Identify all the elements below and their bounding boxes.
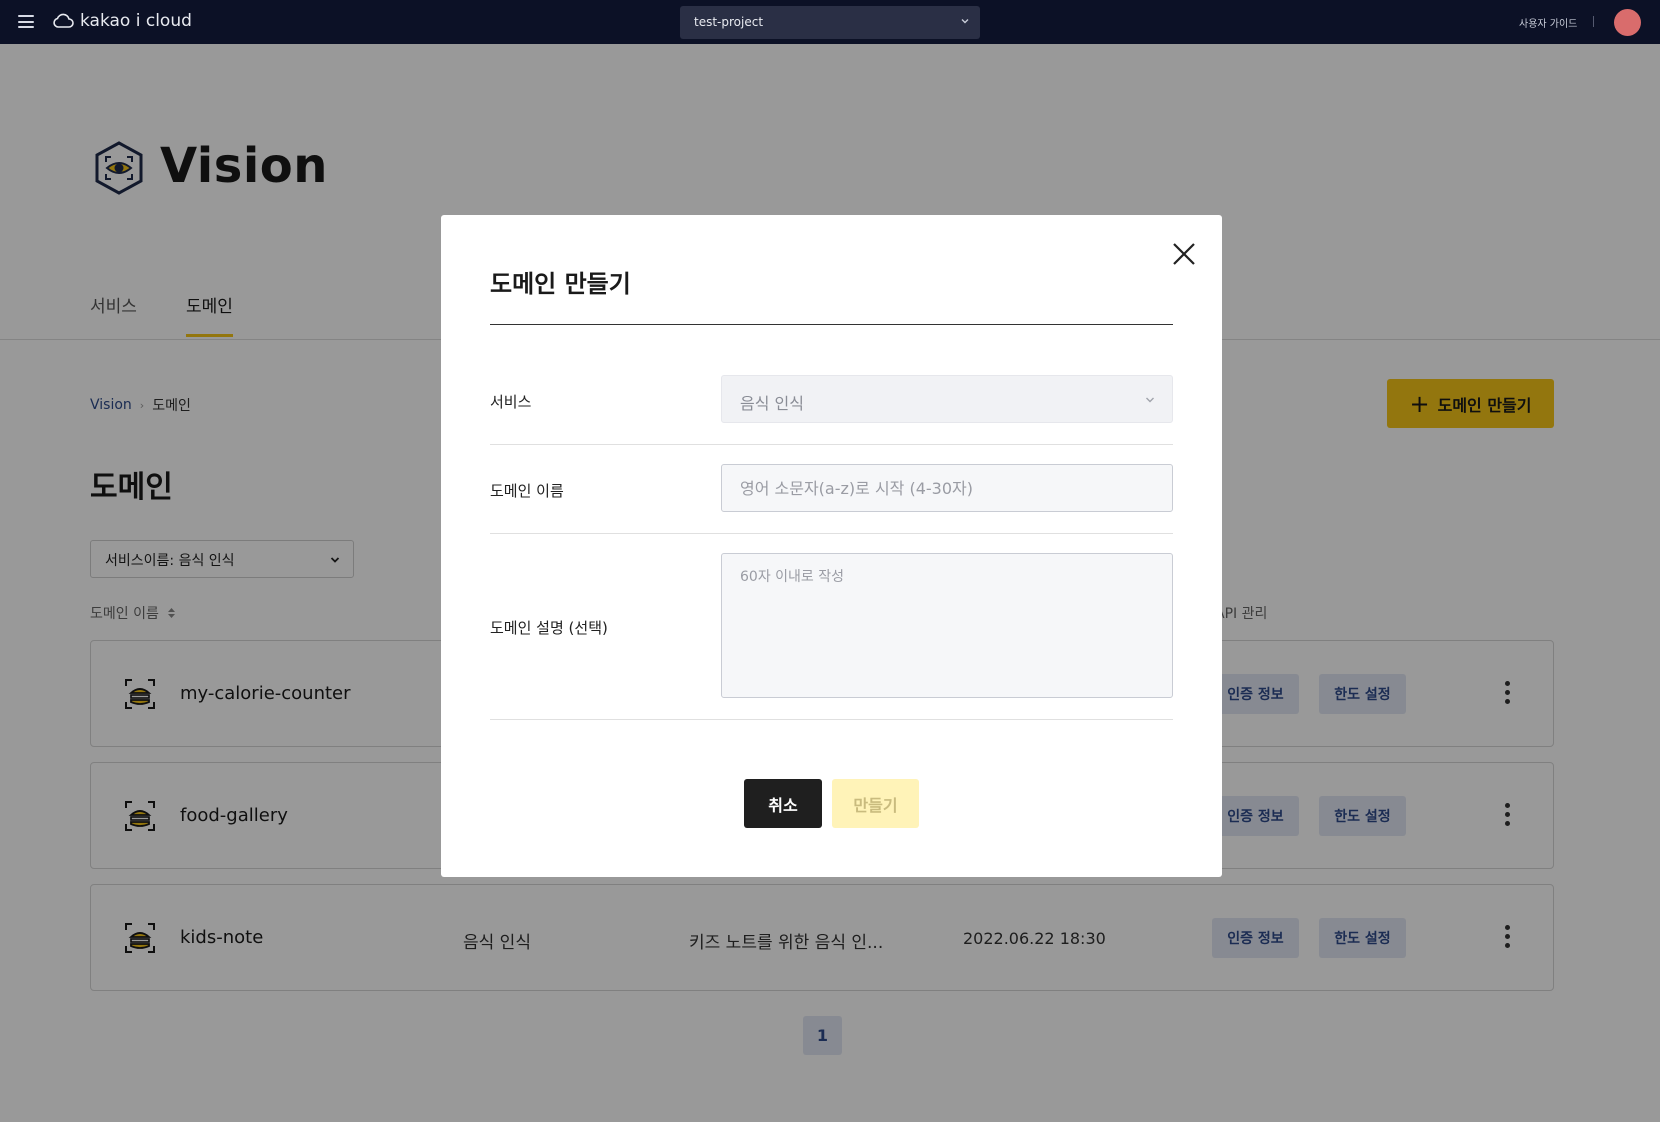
brand-logo-text: kakao i cloud (80, 11, 192, 31)
chevron-down-icon (961, 19, 969, 24)
user-avatar[interactable] (1614, 9, 1641, 36)
brand-logo[interactable]: kakao i cloud (52, 11, 192, 31)
form-row-divider (490, 533, 1173, 534)
domain-name-label: 도메인 이름 (490, 482, 564, 500)
top-navigation-bar: kakao i cloud test-project 사용자 가이드 (0, 0, 1660, 44)
domain-description-label: 도메인 설명 (선택) (490, 619, 608, 637)
form-row-divider (490, 719, 1173, 720)
user-guide-link[interactable]: 사용자 가이드 (1519, 15, 1577, 30)
project-name: test-project (694, 15, 764, 29)
hamburger-menu-icon[interactable] (18, 15, 34, 28)
domain-description-textarea[interactable] (721, 553, 1173, 698)
create-domain-dialog: 도메인 만들기 서비스 음식 인식 도메인 이름 도메인 설명 (선택) 취소 … (441, 215, 1222, 877)
service-select-value: 음식 인식 (740, 394, 804, 413)
chevron-down-icon (1146, 397, 1154, 403)
dialog-title: 도메인 만들기 (490, 270, 631, 298)
service-label: 서비스 (490, 393, 532, 411)
close-icon[interactable] (1171, 241, 1197, 267)
domain-name-input[interactable] (721, 464, 1173, 512)
create-button[interactable]: 만들기 (832, 779, 919, 828)
project-selector[interactable]: test-project (680, 6, 980, 39)
form-row-divider (490, 444, 1173, 445)
nav-divider (1593, 16, 1594, 27)
dialog-title-divider (490, 324, 1173, 325)
service-select: 음식 인식 (721, 375, 1173, 423)
cloud-icon (53, 13, 74, 28)
cancel-button[interactable]: 취소 (744, 779, 822, 828)
